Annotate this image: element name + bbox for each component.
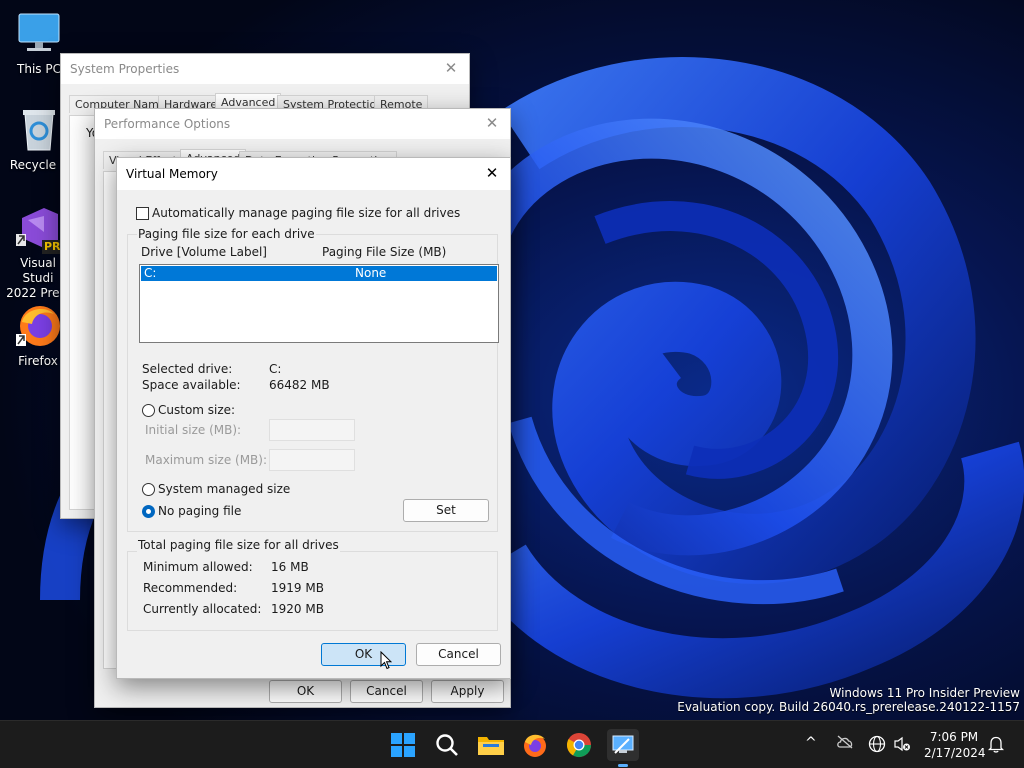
watermark-line-2: Evaluation copy. Build 26040.rs_prerelea… (677, 700, 1020, 714)
recycle-bin-icon (15, 106, 63, 154)
drive-letter: C: (144, 266, 157, 280)
initial-size-input (269, 419, 355, 441)
chrome-icon[interactable] (563, 729, 595, 761)
firefox-icon[interactable] (519, 729, 551, 761)
column-header-size: Paging File Size (MB) (322, 245, 447, 259)
settings-group (80, 170, 110, 230)
recommended-label: Recommended: (143, 581, 238, 595)
no-paging-radio[interactable] (142, 505, 155, 518)
minimum-allowed-label: Minimum allowed: (143, 560, 253, 574)
virtual-memory-dialog: Virtual Memory ✕ Automatically manage pa… (116, 157, 511, 679)
close-icon[interactable]: ✕ (482, 163, 502, 183)
auto-manage-checkbox[interactable] (136, 207, 149, 220)
network-icon[interactable] (868, 735, 886, 756)
maximum-size-input (269, 449, 355, 471)
title-bar[interactable]: System Properties ✕ (61, 54, 469, 84)
initial-size-label: Initial size (MB): (145, 423, 242, 437)
list-item[interactable]: C: None (141, 266, 497, 281)
window-title: Virtual Memory (126, 167, 218, 181)
drive-paging-size: None (355, 266, 387, 280)
currently-allocated-label: Currently allocated: (143, 602, 262, 616)
drive-list[interactable]: C: None (139, 264, 499, 343)
minimum-allowed-value: 16 MB (271, 560, 309, 574)
currently-allocated-value: 1920 MB (271, 602, 324, 616)
set-button[interactable]: Set (403, 499, 489, 522)
onedrive-icon[interactable] (836, 735, 854, 752)
search-icon[interactable] (431, 729, 463, 761)
clock-date: 2/17/2024 (924, 746, 986, 760)
file-explorer-icon[interactable] (475, 729, 507, 761)
close-icon[interactable]: ✕ (441, 58, 461, 78)
system-managed-label[interactable]: System managed size (158, 482, 290, 496)
clock-time: 7:06 PM (929, 730, 979, 744)
taskbar: ^ 7:06 PM 2/17/2024 (0, 720, 1024, 768)
column-header-drive: Drive [Volume Label] (141, 245, 267, 259)
apply-button[interactable]: Apply (431, 680, 504, 703)
cancel-button[interactable]: Cancel (416, 643, 501, 666)
maximum-size-label: Maximum size (MB): (145, 453, 268, 467)
ok-button[interactable]: OK (269, 680, 342, 703)
volume-muted-icon[interactable] (893, 735, 911, 756)
space-available-value: 66482 MB (269, 378, 330, 392)
evaluation-watermark: Windows 11 Pro Insider Preview Evaluatio… (677, 686, 1020, 714)
window-title: Performance Options (104, 117, 231, 131)
title-bar[interactable]: Virtual Memory ✕ (117, 158, 510, 190)
window-title: System Properties (70, 62, 180, 76)
auto-manage-label[interactable]: Automatically manage paging file size fo… (152, 206, 460, 220)
custom-size-label[interactable]: Custom size: (158, 403, 235, 417)
desktop-icon-label: This PC (17, 62, 61, 76)
notification-bell-icon[interactable] (987, 735, 1005, 756)
monitor-icon (15, 10, 63, 58)
close-icon[interactable]: ✕ (482, 113, 502, 133)
total-group-title: Total paging file size for all drives (137, 538, 340, 552)
ok-button[interactable]: OK (321, 643, 406, 666)
title-bar[interactable]: Performance Options ✕ (95, 109, 510, 139)
mouse-cursor-icon (380, 651, 392, 670)
active-app-indicator (618, 764, 628, 767)
recommended-value: 1919 MB (271, 581, 324, 595)
space-available-label: Space available: (142, 378, 241, 392)
no-paging-label[interactable]: No paging file (158, 504, 241, 518)
custom-size-radio[interactable] (142, 404, 155, 417)
cancel-button[interactable]: Cancel (350, 680, 423, 703)
paging-group-title: Paging file size for each drive (137, 227, 316, 241)
windows-start-icon[interactable] (387, 729, 419, 761)
desktop-icon-label: Firefox (18, 354, 58, 368)
selected-drive-value: C: (269, 362, 282, 376)
firefox-icon (14, 302, 62, 350)
system-properties-icon[interactable] (607, 729, 639, 767)
visual-studio-icon: PRE (14, 204, 70, 254)
watermark-line-1: Windows 11 Pro Insider Preview (829, 686, 1020, 700)
selected-drive-label: Selected drive: (142, 362, 233, 376)
system-managed-radio[interactable] (142, 483, 155, 496)
clock[interactable]: 7:06 PM 2/17/2024 (924, 729, 986, 761)
chevron-up-icon[interactable]: ^ (805, 735, 817, 751)
